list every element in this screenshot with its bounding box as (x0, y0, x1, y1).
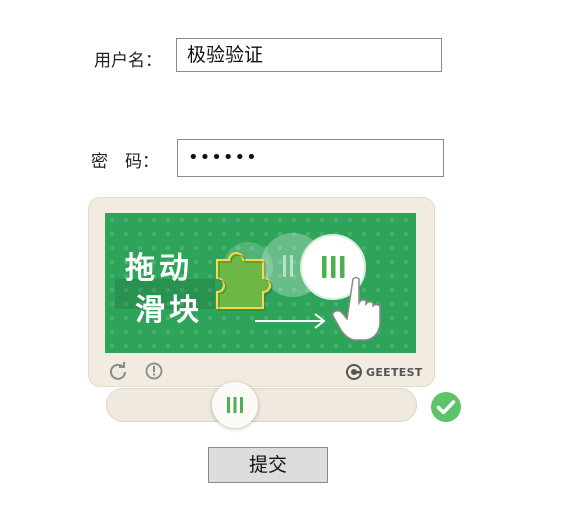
username-input[interactable]: 极验验证 (176, 38, 442, 72)
geetest-logo[interactable]: GEETEST (345, 363, 423, 381)
geetest-logo-icon (346, 364, 362, 380)
success-check-icon (431, 392, 461, 422)
geetest-brand-text: GEETEST (366, 365, 423, 379)
username-label: 用户名： (94, 51, 162, 71)
captcha-image: 拖动 滑块 (105, 213, 416, 353)
refresh-icon[interactable] (108, 361, 128, 381)
slider-handle[interactable] (212, 382, 258, 428)
slider-track[interactable] (106, 388, 417, 422)
grip-icon (227, 397, 243, 413)
submit-button[interactable]: 提交 (208, 447, 328, 483)
password-label: 密 码： (91, 152, 159, 172)
password-input[interactable]: •••••• (177, 139, 444, 177)
banner-text-line1: 拖动 (125, 251, 193, 286)
info-icon[interactable] (144, 361, 164, 381)
banner-text-line2: 滑块 (135, 293, 203, 328)
